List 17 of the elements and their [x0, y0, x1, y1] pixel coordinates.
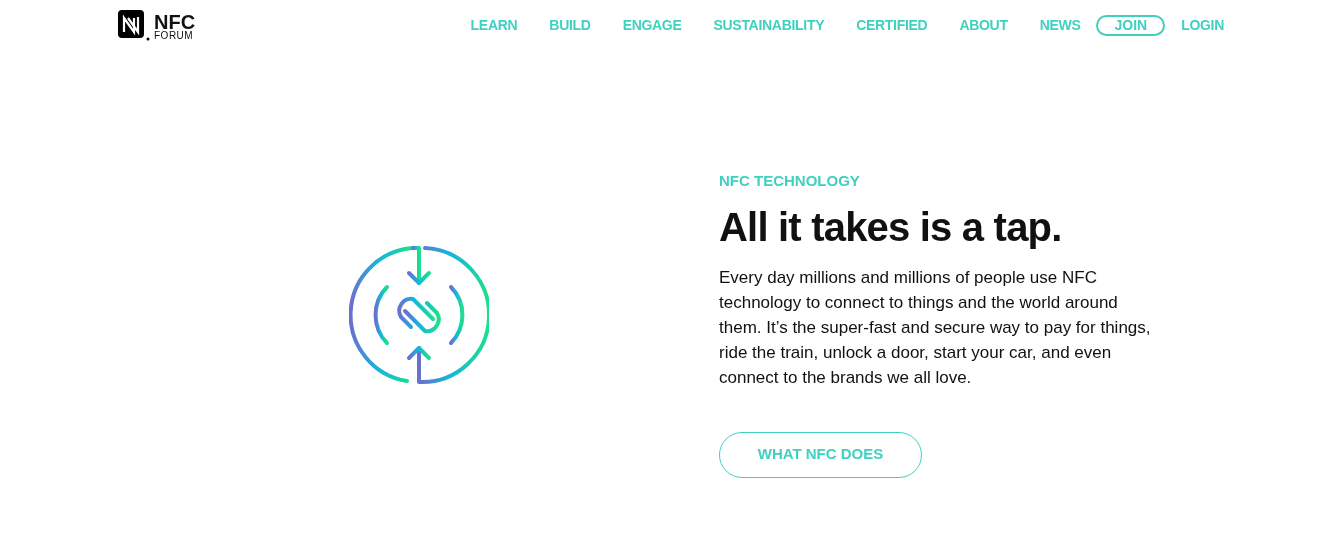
nav-link[interactable]: NEWS: [1039, 14, 1081, 36]
section-eyebrow: NFC TECHNOLOGY: [719, 171, 861, 191]
what-nfc-does-button[interactable]: WHAT NFC DOES: [719, 431, 922, 478]
nav-link[interactable]: SUSTAINABILITY: [713, 14, 825, 36]
nav-link[interactable]: LEARN: [470, 14, 518, 36]
nfc-logo-icon: [118, 9, 150, 41]
nav-link[interactable]: LOGIN: [1181, 14, 1224, 36]
logo-text: NFC: [154, 12, 196, 31]
hero-title: All it takes is a tap.: [719, 203, 1063, 251]
nav-link[interactable]: BUILD: [549, 14, 591, 36]
nfc-tap-icon: [348, 245, 489, 385]
join-button[interactable]: JOIN: [1096, 14, 1166, 36]
nav-link[interactable]: ENGAGE: [622, 14, 682, 36]
nav-link[interactable]: ABOUT: [959, 14, 1008, 36]
hero-description: Every day millions and millions of people use NFC technology to connect to things and the world around them. It’s the super-fast and secure way to pay for things, ride the train, unlock a door, start your car, and even connect to the brands we all love.: [719, 266, 1152, 389]
logo-subtext: FORUM: [154, 30, 195, 41]
nav-link[interactable]: CERTIFIED: [856, 14, 928, 36]
